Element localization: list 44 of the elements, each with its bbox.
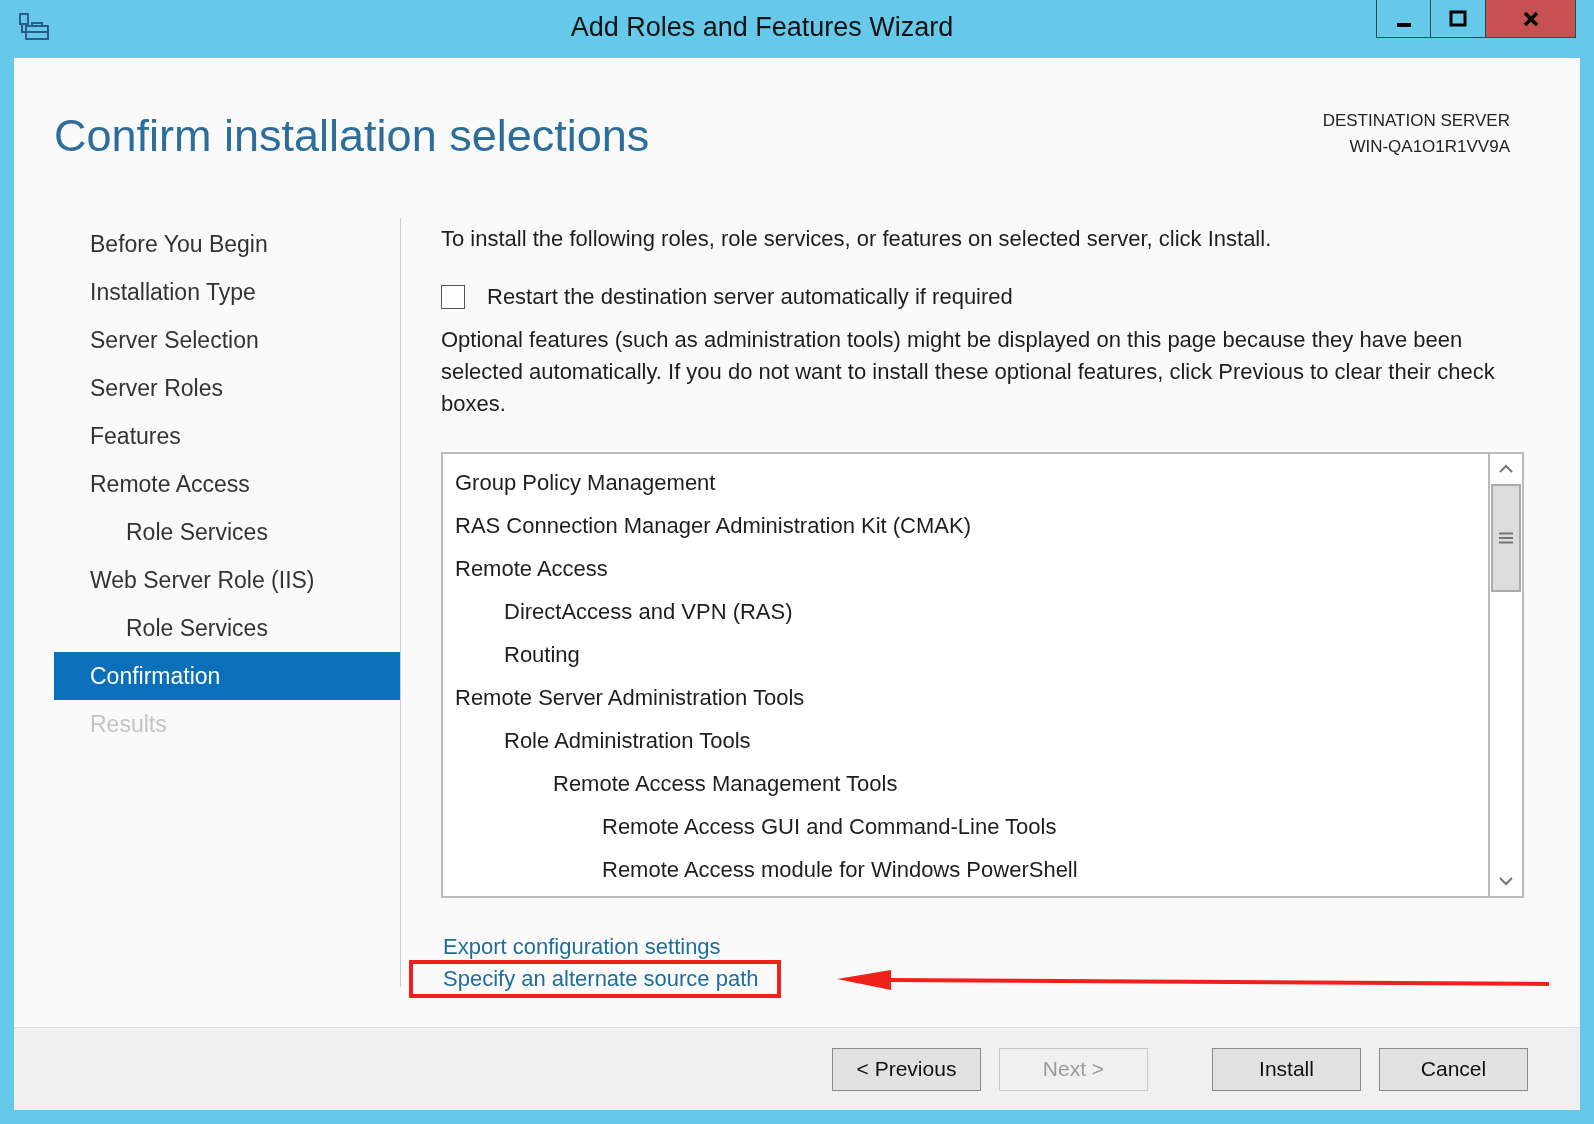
- feature-item: DirectAccess and VPN (RAS): [503, 598, 794, 626]
- page-title: Confirm installation selections: [54, 110, 650, 163]
- feature-item: Role Administration Tools: [503, 727, 752, 755]
- checkbox-label[interactable]: Restart the destination server automatically if required: [487, 284, 1013, 310]
- wizard-button[interactable]: < Previous: [832, 1047, 981, 1091]
- nav-step[interactable]: Server Selection: [54, 316, 400, 364]
- feature-item: Remote Access Management Tools: [552, 770, 899, 798]
- nav-step[interactable]: Role Services: [54, 508, 400, 556]
- feature-item: Routing: [503, 641, 581, 669]
- feature-item: Remote Access: [454, 555, 609, 583]
- feature-item: Remote Access module for Windows PowerShell: [601, 856, 1079, 884]
- nav-step[interactable]: Features: [54, 412, 400, 460]
- maximize-icon: [1449, 9, 1467, 28]
- nav-step[interactable]: Remote Access: [54, 460, 400, 508]
- wizard-button[interactable]: Cancel: [1379, 1047, 1528, 1091]
- feature-item: Remote Server Administration Tools: [454, 684, 806, 712]
- maximize-button[interactable]: [1431, 0, 1486, 38]
- feature-item: RAS Connection Manager Administration Kit (CMAK): [454, 512, 972, 540]
- scroll-up-icon[interactable]: [1498, 464, 1514, 474]
- nav-step[interactable]: Server Roles: [54, 364, 400, 412]
- scroll-down-icon[interactable]: [1498, 876, 1514, 886]
- note-text: Optional features (such as administration tools) might be displayed on this page because they have been selected automatically. If you do not want to install these optional features, click Previous to clear their check boxes.: [441, 326, 1496, 418]
- window-title: Add Roles and Features Wizard: [569, 12, 955, 43]
- close-button[interactable]: [1486, 0, 1576, 38]
- instruction-text: To install the following roles, role services, or features on selected server, click Install.: [441, 226, 1273, 252]
- nav-step[interactable]: Before You Begin: [54, 220, 400, 268]
- minimize-icon: [1396, 22, 1411, 27]
- scrollbar[interactable]: [1488, 454, 1522, 896]
- link[interactable]: Specify an alternate source path: [409, 960, 781, 998]
- nav-step[interactable]: Web Server Role (IIS): [54, 556, 400, 604]
- feature-item: Group Policy Management: [454, 469, 717, 497]
- nav-step[interactable]: Installation Type: [54, 268, 400, 316]
- feature-item: Remote Access GUI and Command-Line Tools: [601, 813, 1058, 841]
- destination-label: DESTINATION SERVER: [1322, 110, 1510, 132]
- nav-step[interactable]: Role Services: [54, 604, 400, 652]
- scroll-thumb[interactable]: [1491, 484, 1521, 592]
- server-name: WIN-QA1O1R1VV9A: [1348, 136, 1510, 158]
- app-icon: [18, 12, 50, 42]
- minimize-button[interactable]: [1376, 0, 1431, 38]
- checkbox[interactable]: [441, 285, 465, 309]
- nav-step[interactable]: Confirmation: [54, 652, 400, 700]
- grip-icon: [1499, 532, 1513, 544]
- close-icon: [1521, 9, 1540, 28]
- wizard-button[interactable]: Install: [1212, 1047, 1361, 1091]
